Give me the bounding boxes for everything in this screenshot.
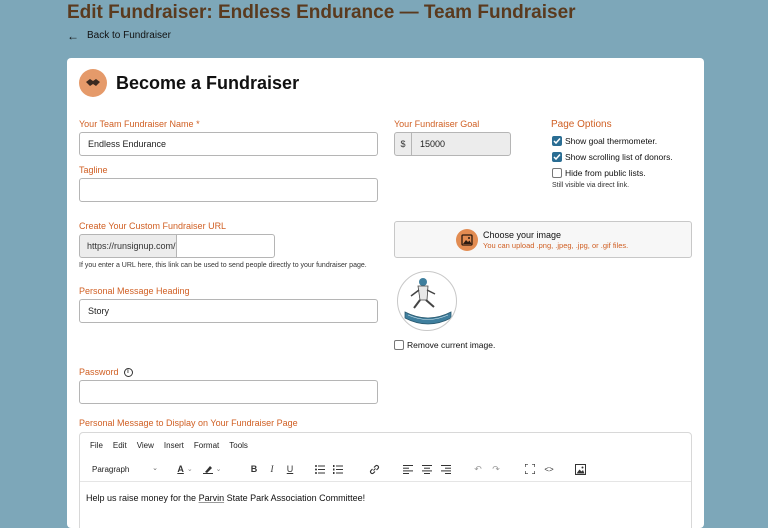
heading-input[interactable]: Story bbox=[79, 299, 378, 323]
required-marker: * bbox=[196, 119, 200, 129]
bold-icon[interactable]: B bbox=[248, 461, 260, 477]
fundraiser-card: Become a Fundraiser Your Team Fundraiser… bbox=[67, 58, 704, 528]
editor-menubar: File Edit View Insert Format Tools bbox=[90, 441, 248, 450]
page-options-title: Page Options bbox=[551, 119, 612, 130]
card-header: Become a Fundraiser bbox=[79, 69, 299, 97]
back-link-label: Back to Fundraiser bbox=[87, 30, 171, 41]
hide-public-label: Hide from public lists. bbox=[565, 168, 646, 178]
toolbar-divider bbox=[80, 481, 691, 482]
editor-spellcheck-word: Parvin bbox=[198, 493, 225, 503]
show-thermometer-option[interactable]: Show goal thermometer. bbox=[552, 136, 657, 146]
hide-public-option[interactable]: Hide from public lists. bbox=[552, 168, 646, 178]
image-upload-dropzone[interactable]: Choose your image You can upload .png, .… bbox=[394, 221, 692, 258]
password-label: Password i bbox=[79, 367, 133, 377]
undo-icon[interactable]: ↶ bbox=[472, 461, 484, 477]
chevron-down-icon: ⌄ bbox=[215, 466, 222, 473]
heading-label: Personal Message Heading bbox=[79, 286, 190, 296]
checkbox-checked-icon[interactable] bbox=[552, 152, 562, 162]
editor-text-start: Help us raise money for the bbox=[86, 493, 199, 503]
page-title: Edit Fundraiser: Endless Endurance — Tea… bbox=[67, 2, 576, 23]
team-name-label: Your Team Fundraiser Name * bbox=[79, 119, 200, 129]
block-format-select[interactable]: Paragraph ⌄ bbox=[90, 461, 162, 477]
checkbox-unchecked-icon[interactable] bbox=[552, 168, 562, 178]
password-input[interactable] bbox=[79, 380, 378, 404]
insert-image-icon[interactable] bbox=[574, 461, 586, 477]
bullet-list-icon[interactable] bbox=[314, 461, 326, 477]
editor-toolbar: Paragraph ⌄ A ⌄ ⌄ B I U ↶ ↷ <> bbox=[88, 461, 688, 477]
remove-image-label: Remove current image. bbox=[407, 340, 496, 350]
heading-value: Story bbox=[88, 306, 110, 316]
underline-icon[interactable]: U bbox=[284, 461, 296, 477]
back-to-fundraiser-link[interactable]: ← Back to Fundraiser bbox=[67, 28, 171, 43]
menu-format[interactable]: Format bbox=[194, 441, 219, 450]
remove-image-option[interactable]: Remove current image. bbox=[394, 340, 495, 350]
info-icon[interactable]: i bbox=[123, 367, 133, 377]
numbered-list-icon[interactable] bbox=[332, 461, 344, 477]
text-color-icon: A bbox=[177, 464, 184, 474]
handshake-icon bbox=[79, 69, 107, 97]
goal-value: 15000 bbox=[420, 139, 446, 149]
chevron-down-icon: ⌄ bbox=[186, 466, 193, 473]
goal-currency: $ bbox=[394, 132, 412, 156]
show-thermometer-label: Show goal thermometer. bbox=[565, 136, 658, 146]
tagline-label: Tagline bbox=[79, 165, 108, 175]
checkbox-checked-icon[interactable] bbox=[552, 136, 562, 146]
team-name-input[interactable]: Endless Endurance bbox=[79, 132, 378, 156]
show-donors-label: Show scrolling list of donors. bbox=[565, 152, 673, 162]
password-label-text: Password bbox=[79, 367, 119, 377]
align-center-icon[interactable] bbox=[421, 461, 433, 477]
menu-insert[interactable]: Insert bbox=[164, 441, 184, 450]
url-help-text: If you enter a URL here, this link can b… bbox=[79, 262, 367, 269]
menu-edit[interactable]: Edit bbox=[113, 441, 127, 450]
link-icon[interactable] bbox=[368, 461, 380, 477]
menu-tools[interactable]: Tools bbox=[229, 441, 248, 450]
upload-hint: You can upload .png, .jpeg, .jpg, or .gi… bbox=[483, 241, 629, 250]
url-input[interactable] bbox=[176, 234, 275, 258]
fullscreen-icon[interactable] bbox=[524, 461, 536, 477]
show-donors-option[interactable]: Show scrolling list of donors. bbox=[552, 152, 673, 162]
image-upload-icon bbox=[456, 229, 478, 251]
url-prefix: https://runsignup.com/ bbox=[79, 234, 177, 258]
editor-content[interactable]: Help us raise money for the Parvin State… bbox=[86, 493, 365, 503]
chevron-down-icon: ⌄ bbox=[152, 465, 158, 472]
redo-icon[interactable]: ↷ bbox=[490, 461, 502, 477]
rich-text-editor[interactable]: File Edit View Insert Format Tools Parag… bbox=[79, 432, 692, 528]
goal-input[interactable]: 15000 bbox=[411, 132, 511, 156]
editor-text-end: State Park Association Committee! bbox=[224, 493, 366, 503]
tagline-input[interactable] bbox=[79, 178, 378, 202]
align-right-icon[interactable] bbox=[440, 461, 452, 477]
menu-view[interactable]: View bbox=[137, 441, 154, 450]
highlighter-icon bbox=[202, 466, 213, 474]
align-left-icon[interactable] bbox=[402, 461, 414, 477]
goal-label: Your Fundraiser Goal bbox=[394, 119, 480, 129]
card-title: Become a Fundraiser bbox=[116, 72, 300, 93]
block-format-value: Paragraph bbox=[92, 464, 130, 474]
checkbox-unchecked-icon[interactable] bbox=[394, 340, 404, 350]
choose-image-label: Choose your image bbox=[483, 230, 562, 240]
hide-public-note: Still visible via direct link. bbox=[552, 182, 630, 189]
text-color-button[interactable]: A ⌄ bbox=[174, 461, 196, 477]
url-label: Create Your Custom Fundraiser URL bbox=[79, 221, 227, 231]
team-name-value: Endless Endurance bbox=[88, 139, 167, 149]
source-code-icon[interactable]: <> bbox=[542, 461, 556, 477]
team-name-label-text: Your Team Fundraiser Name bbox=[79, 119, 194, 129]
current-fundraiser-image bbox=[397, 271, 457, 331]
menu-file[interactable]: File bbox=[90, 441, 103, 450]
arrow-left-icon: ← bbox=[67, 28, 79, 43]
message-label: Personal Message to Display on Your Fund… bbox=[79, 418, 298, 428]
highlight-color-button[interactable]: ⌄ bbox=[200, 461, 224, 477]
italic-icon[interactable]: I bbox=[266, 461, 278, 477]
